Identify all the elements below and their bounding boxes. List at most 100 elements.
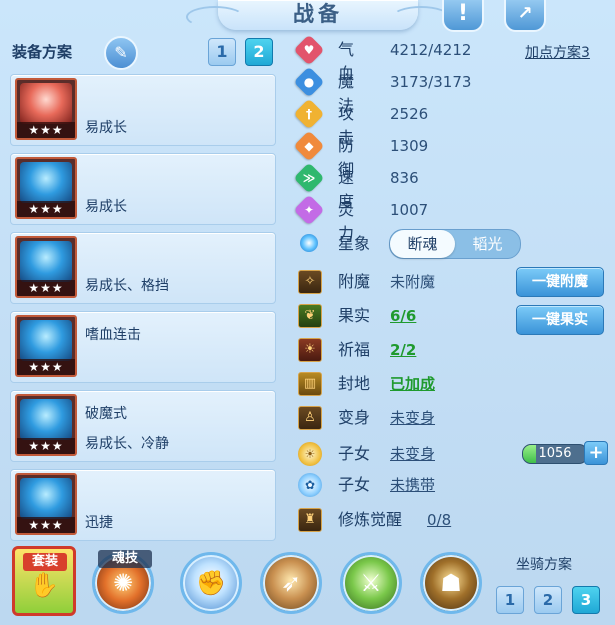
fruit-icon: ❦ (298, 304, 322, 328)
shadow-icon: ☗ (440, 569, 462, 597)
armor-icon: ★★★ (15, 236, 77, 298)
enchant-value: 未附魔 (390, 273, 436, 291)
equipment-slot-necklace[interactable]: ★★★ 嗜血连击 (10, 311, 276, 383)
attack-icon: † (293, 98, 325, 130)
star-rating: ★★★ (17, 359, 75, 375)
star-option-taoguang[interactable]: 韬光 (455, 230, 520, 258)
equipment-slot-boots[interactable]: ★★★ 迅捷 (10, 469, 276, 541)
transform-value[interactable]: 未变身 (390, 406, 435, 430)
one-click-fruit-button[interactable]: 一键果实 (516, 305, 604, 335)
bless-value[interactable]: 2/2 (390, 338, 416, 362)
skill-slot-3[interactable]: ⚔ (340, 552, 402, 614)
bless-icon: ☀ (298, 338, 322, 362)
child-paw-icon: ✿ (298, 473, 322, 497)
child-label: 子女 (338, 475, 371, 494)
equipment-traits: 易成长、冷静 (85, 436, 169, 452)
fruit-value[interactable]: 6/6 (390, 304, 416, 328)
equipment-slot-weapon[interactable]: ★★★ 易成长 (10, 74, 276, 146)
cultivate-icon: ♜ (298, 508, 322, 532)
child-exp-value: 1056 (538, 446, 572, 461)
fief-icon: ▥ (298, 372, 322, 396)
enchant-label: 附魔 (338, 272, 371, 291)
equipment-traits: 易成长 (85, 120, 127, 136)
stat-value: 1007 (390, 201, 429, 219)
mount-plan-2-button[interactable]: 2 (534, 586, 562, 614)
soul-skill-label: 魂技 (98, 550, 152, 568)
equip-plan-1-button[interactable]: 1 (208, 38, 236, 66)
necklace-icon: ★★★ (15, 315, 77, 377)
share-icon: ↗ (517, 3, 533, 24)
fief-value[interactable]: 已加成 (390, 372, 435, 396)
sword-icon: ★★★ (15, 78, 77, 140)
plus-icon: + (588, 442, 604, 463)
bow-icon: ➶ (280, 569, 302, 597)
fist-icon: ✊ (196, 569, 226, 597)
one-click-enchant-button[interactable]: 一键附魔 (516, 267, 604, 297)
equipment-traits: 易成长 (85, 199, 127, 215)
hand-icon: ✋ (29, 571, 59, 599)
transform-icon: ♙ (298, 406, 322, 430)
equip-plan-header: 装备方案 ✎ (12, 36, 138, 70)
page-title: 战备 (293, 2, 343, 26)
enchant-icon: ✧ (298, 270, 322, 294)
alert-button[interactable]: ! (442, 0, 484, 32)
spirit-icon: ✦ (293, 194, 325, 226)
equipment-traits: 迅捷 (85, 515, 113, 531)
child-sun-icon: ☀ (298, 442, 322, 466)
child-label: 子女 (338, 444, 371, 463)
suit-label: 套装 (23, 553, 67, 571)
helmet-icon: ★★★ (15, 157, 77, 219)
share-button[interactable]: ↗ (504, 0, 546, 32)
skill-slot-4[interactable]: ☗ (420, 552, 482, 614)
equipment-slot-belt[interactable]: ★★★ 破魔式 易成长、冷静 (10, 390, 276, 462)
equipment-skill: 嗜血连击 (85, 327, 141, 343)
equip-plan-2-button[interactable]: 2 (245, 38, 273, 66)
star-sign-toggle: 断魂 韬光 (389, 229, 521, 259)
star-sign-label: 星象 (338, 234, 371, 253)
suit-button[interactable]: 套装 ✋ (12, 546, 76, 616)
cultivate-value[interactable]: 0/8 (427, 508, 451, 532)
skill-slot-1[interactable]: ✊ (180, 552, 242, 614)
fruit-label: 果实 (338, 306, 371, 325)
ornament-left (186, 6, 244, 28)
mount-plan-3-button[interactable]: 3 (572, 586, 600, 614)
equip-plan-title: 装备方案 (12, 43, 73, 61)
belt-icon: ★★★ (15, 394, 77, 456)
bless-label: 祈福 (338, 340, 371, 359)
boots-icon: ★★★ (15, 473, 77, 535)
stat-value: 1309 (390, 137, 429, 155)
speed-icon: ≫ (293, 162, 325, 194)
star-option-duanhun[interactable]: 断魂 (390, 230, 455, 258)
star-rating: ★★★ (17, 517, 75, 533)
star-sign-icon (300, 234, 318, 252)
equipment-slot-armor[interactable]: ★★★ 易成长、格挡 (10, 232, 276, 304)
star-rating: ★★★ (17, 438, 75, 454)
title-ribbon: 战备 (186, 0, 450, 30)
pencil-icon: ✎ (114, 43, 128, 62)
star-rating: ★★★ (17, 122, 75, 138)
stat-value: 4212/4212 (390, 41, 472, 59)
equipment-slot-helmet[interactable]: ★★★ 易成长 (10, 153, 276, 225)
mount-plan-title: 坐骑方案 (516, 557, 572, 573)
star-rating: ★★★ (17, 201, 75, 217)
addpoint-plan-link[interactable]: 加点方案3 (525, 42, 590, 62)
skill-slot-2[interactable]: ➶ (260, 552, 322, 614)
child-carry-value[interactable]: 未携带 (390, 473, 435, 497)
stat-value: 3173/3173 (390, 73, 472, 91)
child-exp-bar: 1056 (522, 444, 588, 464)
cultivate-label: 修炼觉醒 (338, 510, 403, 529)
transform-label: 变身 (338, 408, 371, 427)
defense-icon: ◆ (293, 130, 325, 162)
sword-skill-icon: ⚔ (360, 569, 382, 597)
alert-icon: ! (457, 1, 469, 26)
mount-plan-1-button[interactable]: 1 (496, 586, 524, 614)
stat-value: 836 (390, 169, 419, 187)
equipment-skill: 破魔式 (85, 406, 127, 422)
battle-prep-panel: 战备 ! ↗ 装备方案 ✎ 1 2 ★★★ 易成长 ★★★ 易成长 ★★★ 易成… (0, 0, 615, 625)
equipment-list: ★★★ 易成长 ★★★ 易成长 ★★★ 易成长、格挡 ★★★ 嗜血连击 ★★★ … (10, 74, 276, 548)
edit-plan-button[interactable]: ✎ (104, 36, 138, 70)
add-exp-button[interactable]: + (584, 441, 608, 465)
child-transform-value[interactable]: 未变身 (390, 442, 435, 466)
heart-icon: ♥ (293, 34, 325, 66)
mana-icon: ● (293, 66, 325, 98)
